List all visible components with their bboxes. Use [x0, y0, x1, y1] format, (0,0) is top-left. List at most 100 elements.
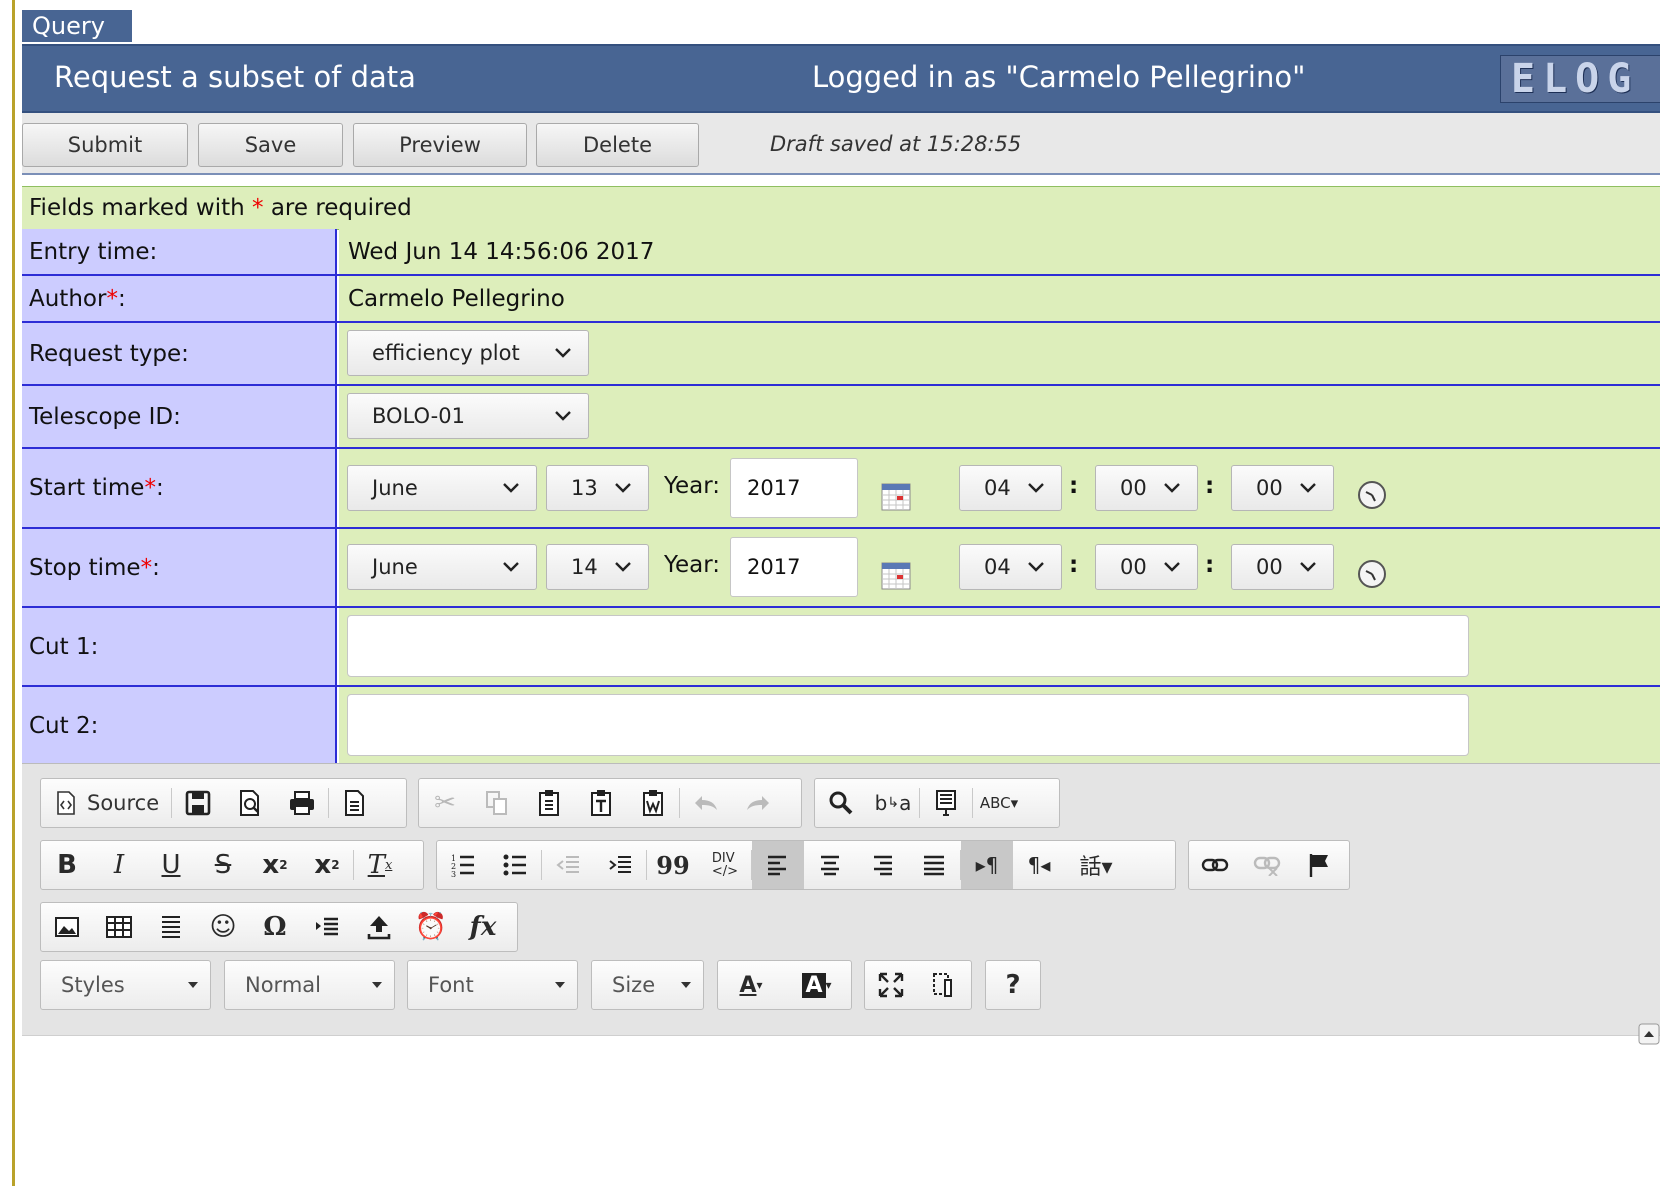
stop-year-input[interactable]: 2017	[730, 537, 858, 597]
templates-icon[interactable]	[329, 779, 381, 827]
link-icon[interactable]	[1189, 841, 1241, 889]
stop-minute-select[interactable]: 00	[1095, 544, 1198, 590]
new-page-icon[interactable]	[224, 779, 276, 827]
start-day-select[interactable]: 13	[546, 465, 649, 511]
calendar-icon[interactable]	[881, 482, 911, 512]
stop-second-select[interactable]: 00	[1231, 544, 1334, 590]
telescope-id-select[interactable]: BOLO-01	[347, 393, 589, 439]
numbered-list-icon[interactable]: 123	[437, 841, 489, 889]
justify-icon[interactable]	[908, 841, 960, 889]
styles-dropdown[interactable]: Styles	[40, 960, 211, 1010]
links-group	[1188, 840, 1350, 890]
start-second-select[interactable]: 00	[1231, 465, 1334, 511]
start-month-select[interactable]: June	[347, 465, 537, 511]
special-char-icon[interactable]: Ω	[249, 903, 301, 951]
bulleted-list-icon[interactable]	[489, 841, 541, 889]
image-icon[interactable]	[41, 903, 93, 951]
row-cut-2: Cut 2:	[22, 687, 1660, 766]
blockquote-icon[interactable]: 99	[647, 841, 699, 889]
calendar-icon[interactable]	[881, 561, 911, 591]
superscript-icon[interactable]: x2	[301, 841, 353, 889]
decrease-indent-icon[interactable]	[542, 841, 594, 889]
font-dropdown[interactable]: Font	[407, 960, 578, 1010]
background-color-icon[interactable]: A ▾	[784, 961, 850, 1009]
underline-icon[interactable]: U	[145, 841, 197, 889]
rtl-direction-icon[interactable]: ¶◂	[1013, 841, 1065, 889]
align-center-icon[interactable]	[804, 841, 856, 889]
create-div-icon[interactable]: DIV </>	[699, 841, 751, 889]
page-title: Request a subset of data	[54, 60, 416, 94]
start-hour-select[interactable]: 04	[959, 465, 1062, 511]
stop-day-select[interactable]: 14	[546, 544, 649, 590]
start-year-input[interactable]: 2017	[730, 458, 858, 518]
undo-icon[interactable]	[680, 779, 732, 827]
time-colon: :	[1069, 473, 1079, 499]
submit-button[interactable]: Submit	[22, 123, 188, 167]
align-left-icon[interactable]	[752, 841, 804, 889]
remove-format-icon[interactable]: Tx	[354, 841, 406, 889]
horizontal-line-icon[interactable]	[145, 903, 197, 951]
basic-styles-group: B I U S x2 x2 Tx	[40, 840, 424, 890]
anchor-flag-icon[interactable]	[1293, 841, 1345, 889]
request-type-label: Request type:	[22, 323, 337, 384]
bold-icon[interactable]: B	[41, 841, 93, 889]
subscript-icon[interactable]: x2	[249, 841, 301, 889]
caret-down-icon	[681, 982, 691, 988]
delete-button[interactable]: Delete	[536, 123, 699, 167]
chevron-down-icon	[615, 562, 631, 572]
request-type-select[interactable]: efficiency plot	[347, 330, 589, 376]
upload-icon[interactable]	[353, 903, 405, 951]
copy-icon[interactable]	[471, 779, 523, 827]
increase-indent-icon[interactable]	[594, 841, 646, 889]
clock-icon[interactable]	[1356, 479, 1388, 511]
size-dropdown[interactable]: Size	[591, 960, 704, 1010]
source-button[interactable]: Source	[41, 791, 171, 815]
elog-logo[interactable]: ELOG	[1500, 55, 1660, 103]
stop-second-value: 00	[1256, 555, 1283, 579]
ltr-direction-icon[interactable]: ▸¶	[961, 841, 1013, 889]
language-icon[interactable]: 話▾	[1065, 841, 1127, 889]
unlink-icon[interactable]	[1241, 841, 1293, 889]
align-right-icon[interactable]	[856, 841, 908, 889]
strikethrough-icon[interactable]: S	[197, 841, 249, 889]
telescope-id-label: Telescope ID:	[22, 386, 337, 447]
find-icon[interactable]	[815, 779, 867, 827]
indent-block-icon[interactable]	[301, 903, 353, 951]
collapse-toolbar-icon[interactable]	[1638, 1023, 1660, 1045]
start-minute-select[interactable]: 00	[1095, 465, 1198, 511]
save-button[interactable]: Save	[198, 123, 343, 167]
alarm-clock-icon[interactable]: ⏰	[405, 903, 457, 951]
author-label: Author *:	[22, 276, 337, 321]
save-icon[interactable]	[172, 779, 224, 827]
format-dropdown[interactable]: Normal	[224, 960, 395, 1010]
editing-group: b ↳ a ABC▾	[814, 778, 1060, 828]
row-entry-time: Entry time: Wed Jun 14 14:56:06 2017	[22, 229, 1660, 276]
text-color-icon[interactable]: A ▾	[718, 961, 784, 1009]
italic-icon[interactable]: I	[93, 841, 145, 889]
paste-icon[interactable]	[523, 779, 575, 827]
smiley-icon[interactable]: ☺	[197, 903, 249, 951]
maximize-icon[interactable]	[865, 961, 917, 1009]
redo-icon[interactable]	[732, 779, 784, 827]
spellcheck-icon[interactable]: ABC▾	[973, 779, 1025, 827]
select-all-icon[interactable]	[920, 779, 972, 827]
formula-icon[interactable]: fx	[457, 903, 509, 951]
cut-1-input[interactable]	[347, 615, 1469, 677]
tab-query[interactable]: Query	[22, 10, 132, 42]
paste-word-icon[interactable]	[627, 779, 679, 827]
stop-month-select[interactable]: June	[347, 544, 537, 590]
stop-hour-select[interactable]: 04	[959, 544, 1062, 590]
table-icon[interactable]	[93, 903, 145, 951]
help-icon[interactable]: ?	[987, 961, 1039, 1009]
preview-button[interactable]: Preview	[353, 123, 527, 167]
cut-2-input[interactable]	[347, 694, 1469, 756]
show-blocks-icon[interactable]	[917, 961, 969, 1009]
print-icon[interactable]	[276, 779, 328, 827]
cut-icon[interactable]: ✂	[419, 779, 471, 827]
replace-icon[interactable]: b ↳ a	[867, 779, 919, 827]
paste-text-icon[interactable]	[575, 779, 627, 827]
row-cut-1: Cut 1:	[22, 608, 1660, 687]
entry-time-value: Wed Jun 14 14:56:06 2017	[348, 238, 655, 265]
clock-icon[interactable]	[1356, 558, 1388, 590]
editor-content-area[interactable]	[22, 1036, 1660, 1204]
